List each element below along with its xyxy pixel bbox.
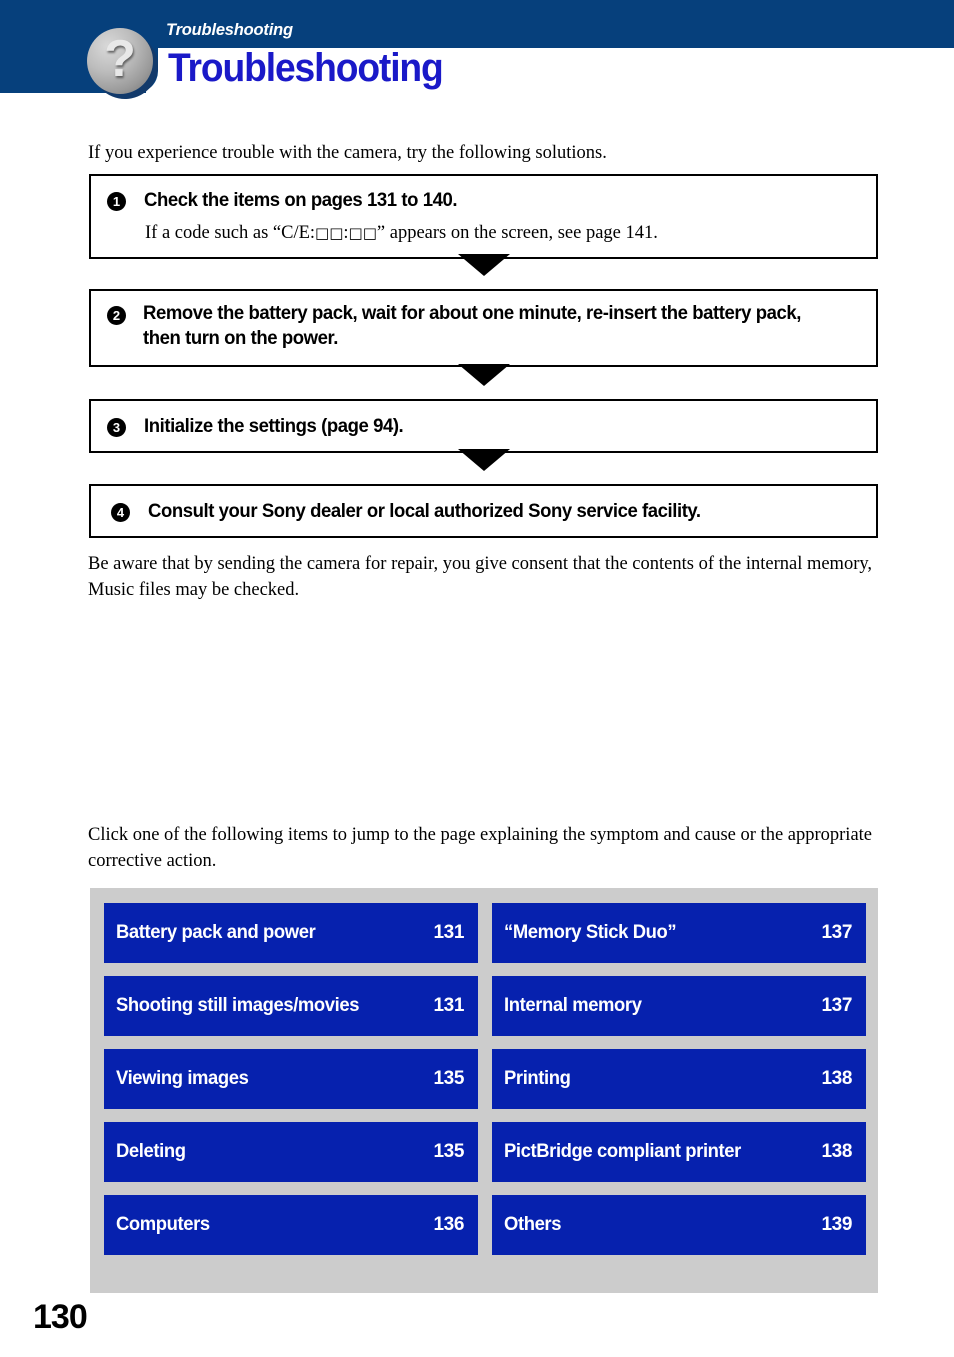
flow-arrow-down-icon-2 [458, 364, 510, 386]
step-number-badge-3: 3 [107, 418, 126, 437]
troubleshooting-link-button[interactable]: Printing 138 [492, 1049, 866, 1109]
troubleshooting-link-label: “Memory Stick Duo” [504, 922, 677, 943]
troubleshooting-link-label: Computers [116, 1214, 210, 1235]
troubleshooting-link-button[interactable]: Shooting still images/movies 131 [104, 976, 478, 1036]
troubleshooting-link-panel: Battery pack and power 131 “Memory Stick D… [90, 888, 878, 1293]
troubleshooting-link-label: Shooting still images/movies [116, 995, 360, 1016]
troubleshooting-link-page: 137 [821, 995, 852, 1016]
step-number-badge-2: 2 [107, 306, 126, 325]
troubleshooting-link-label: Viewing images [116, 1068, 249, 1089]
step-subtext-1-boxes-second: □□ [348, 224, 377, 242]
troubleshooting-link-page: 137 [821, 922, 852, 943]
step-heading-4: Consult your Sony dealer or local author… [148, 500, 701, 522]
intro-paragraph: If you experience trouble with the camer… [88, 143, 607, 163]
question-mark-badge-icon: ? [87, 28, 159, 100]
troubleshooting-link-page: 131 [433, 922, 464, 943]
troubleshooting-link-page: 139 [821, 1214, 852, 1235]
troubleshooting-link-button[interactable]: Battery pack and power 131 [104, 903, 478, 963]
click-instruction-paragraph: Click one of the following items to jump… [88, 825, 873, 871]
header-eyebrow-label: Troubleshooting [166, 21, 293, 39]
step-subtext-1: If a code such as “C/E:□□:□□” appears on… [145, 220, 658, 246]
question-mark-glyph: ? [104, 30, 136, 88]
step-box-3: 3 Initialize the settings (page 94). [89, 399, 878, 453]
step-heading-2: Remove the battery pack, wait for about … [143, 302, 801, 349]
step-heading-1: Check the items on pages 131 to 140. [144, 189, 458, 211]
flow-arrow-down-icon-3 [458, 449, 510, 471]
page-header: ? Troubleshooting Troubleshooting [0, 0, 954, 100]
page-number: 130 [33, 1298, 88, 1336]
troubleshooting-link-button[interactable]: “Memory Stick Duo” 137 [492, 903, 866, 963]
step-number-badge-1: 1 [107, 192, 126, 211]
troubleshooting-link-label: Internal memory [504, 995, 642, 1016]
troubleshooting-link-button[interactable]: Viewing images 135 [104, 1049, 478, 1109]
troubleshooting-link-page: 135 [433, 1068, 464, 1089]
troubleshooting-link-label: Deleting [116, 1141, 186, 1162]
step-subtext-1-before: If a code such as “C/E: [145, 223, 316, 243]
step-box-4: 4 Consult your Sony dealer or local auth… [89, 484, 878, 538]
step-box-2: 2 Remove the battery pack, wait for abou… [89, 289, 878, 367]
troubleshooting-link-label: Battery pack and power [116, 922, 316, 943]
troubleshooting-link-button[interactable]: Deleting 135 [104, 1122, 478, 1182]
consent-paragraph: Be aware that by sending the camera for … [88, 554, 873, 600]
troubleshooting-link-page: 136 [433, 1214, 464, 1235]
step-box-1: 1 Check the items on pages 131 to 140. I… [89, 174, 878, 259]
troubleshooting-link-button[interactable]: Computers 136 [104, 1195, 478, 1255]
step-subtext-1-after: ” appears on the screen, see page 141. [376, 223, 658, 243]
troubleshooting-link-page: 138 [821, 1141, 852, 1162]
troubleshooting-link-button[interactable]: Others 139 [492, 1195, 866, 1255]
step-subtext-1-boxes-first: □□ [315, 224, 344, 242]
flow-arrow-down-icon-1 [458, 254, 510, 276]
troubleshooting-link-page: 135 [433, 1141, 464, 1162]
step-heading-3: Initialize the settings (page 94). [144, 415, 404, 437]
troubleshooting-link-button[interactable]: PictBridge compliant printer 138 [492, 1122, 866, 1182]
troubleshooting-link-page: 131 [433, 995, 464, 1016]
troubleshooting-link-page: 138 [821, 1068, 852, 1089]
page-title: Troubleshooting [168, 46, 444, 90]
step-number-badge-4: 4 [111, 503, 130, 522]
troubleshooting-link-grid: Battery pack and power 131 “Memory Stick D… [104, 903, 866, 1255]
troubleshooting-link-label: Printing [504, 1068, 571, 1089]
troubleshooting-link-label: PictBridge compliant printer [504, 1141, 741, 1162]
troubleshooting-link-button[interactable]: Internal memory 137 [492, 976, 866, 1036]
troubleshooting-link-label: Others [504, 1214, 562, 1235]
